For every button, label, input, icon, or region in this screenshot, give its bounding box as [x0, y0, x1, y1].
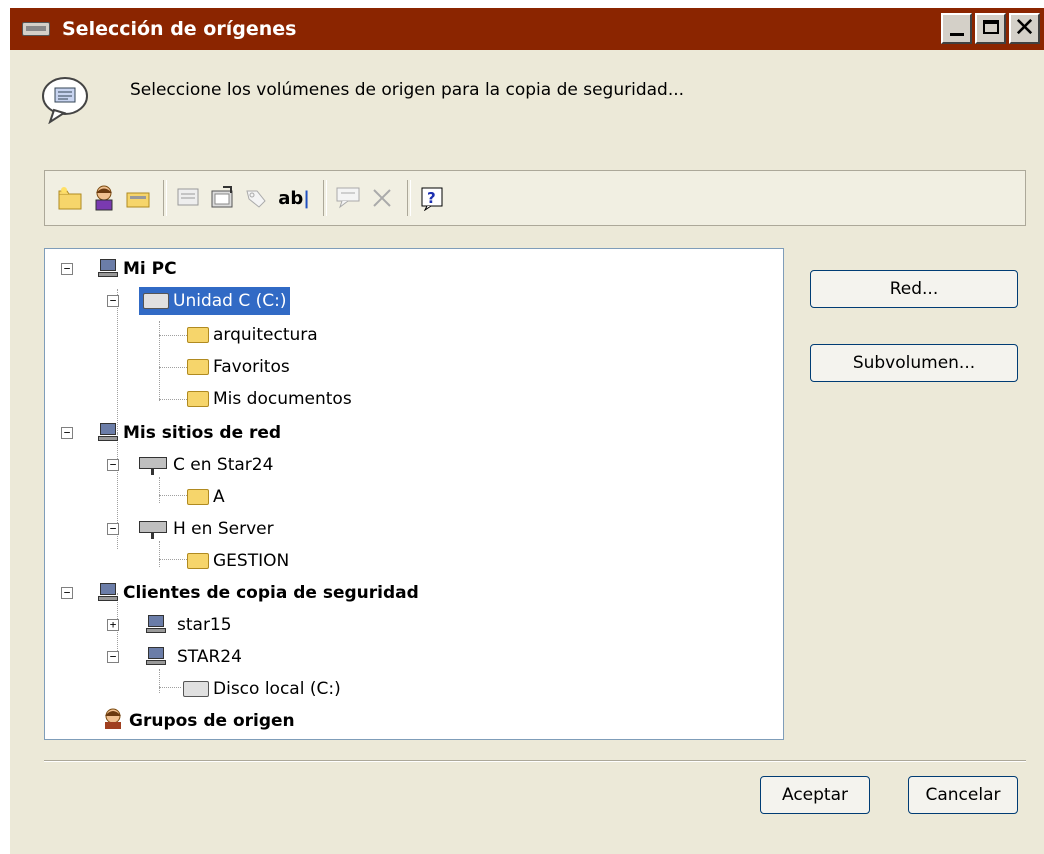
tree-node-mi-pc[interactable]: Mi PC [97, 255, 177, 283]
minimize-button[interactable] [941, 13, 972, 44]
open-folder-button[interactable] [123, 183, 153, 213]
tree-label: Mi PC [123, 259, 177, 279]
close-icon: ✕ [1013, 13, 1036, 43]
delete-icon [373, 189, 391, 207]
network-places-icon [97, 423, 119, 443]
drive-icon [183, 681, 209, 697]
tree-label: Disco local (C:) [213, 679, 341, 699]
collapse-toggle[interactable]: − [107, 459, 119, 471]
computer-icon [145, 615, 167, 635]
toolbar: ab| ? [44, 170, 1026, 226]
folder-open-icon [126, 192, 150, 208]
tree-node-favoritos[interactable]: Favoritos [187, 353, 290, 381]
settings-icon [211, 186, 233, 208]
tree-label: Mis sitios de red [123, 423, 282, 443]
network-drive-icon [139, 519, 169, 539]
network-button[interactable]: Red... [810, 270, 1018, 308]
tree-label: A [213, 487, 225, 507]
close-button[interactable]: ✕ [1009, 13, 1040, 44]
folder-icon [187, 391, 209, 407]
collapse-toggle[interactable]: − [107, 295, 119, 307]
properties-icon [177, 188, 199, 206]
window-icon [22, 22, 50, 36]
title-bar[interactable]: Selección de orígenes ✕ [10, 8, 1044, 50]
comment-icon [336, 187, 360, 209]
tree-node-grupos[interactable]: Grupos de origen [101, 707, 295, 735]
tree-label: H en Server [173, 519, 274, 539]
tree-label: STAR24 [177, 647, 242, 667]
delete-button[interactable] [367, 183, 397, 213]
tree-label: Grupos de origen [129, 711, 295, 731]
tree-node-c-star24[interactable]: C en Star24 [139, 451, 273, 479]
tree-node-mis-documentos[interactable]: Mis documentos [187, 385, 352, 413]
settings-button[interactable] [207, 183, 237, 213]
user-button[interactable] [89, 183, 119, 213]
accept-button[interactable]: Aceptar [760, 776, 870, 814]
folder-icon [187, 359, 209, 375]
folder-icon [187, 327, 209, 343]
dialog-window: Selección de orígenes ✕ Seleccione los v… [10, 8, 1044, 854]
speech-bubble-icon [42, 77, 88, 124]
tag-button[interactable] [241, 183, 271, 213]
tree-node-star15[interactable]: star15 [145, 611, 232, 639]
new-folder-icon [58, 187, 82, 210]
button-label: Subvolumen... [852, 353, 976, 373]
help-button[interactable]: ? [417, 183, 447, 213]
tree-node-mis-sitios-red[interactable]: Mis sitios de red [97, 419, 281, 447]
tree-node-gestion[interactable]: GESTION [187, 547, 289, 575]
tree-label: Mis documentos [213, 389, 352, 409]
button-label: Aceptar [782, 785, 848, 805]
folder-icon [187, 489, 209, 505]
source-groups-icon [101, 708, 125, 735]
tree-node-clientes[interactable]: Clientes de copia de seguridad [97, 579, 419, 607]
collapse-toggle[interactable]: − [61, 427, 73, 439]
computer-icon [145, 647, 167, 667]
comment-button[interactable] [333, 183, 363, 213]
button-label: Cancelar [925, 785, 1001, 805]
window-title: Selección de orígenes [62, 18, 297, 40]
tree-label: Clientes de copia de seguridad [123, 583, 419, 603]
svg-text:?: ? [427, 189, 436, 207]
toolbar-separator [407, 180, 411, 216]
collapse-toggle[interactable]: − [107, 523, 119, 535]
source-tree[interactable]: − Mi PC − Unidad C (C:) arquitectura Fav… [44, 248, 784, 740]
maximize-button[interactable] [975, 13, 1006, 44]
tree-label: C en Star24 [173, 455, 274, 475]
tree-label: arquitectura [213, 325, 318, 345]
new-folder-button[interactable] [55, 183, 85, 213]
toolbar-separator [163, 180, 167, 216]
tree-node-unidad-c[interactable]: Unidad C (C:) [139, 287, 291, 315]
backup-clients-icon [97, 583, 119, 603]
tree-node-a[interactable]: A [187, 483, 225, 511]
help-icon: ? [421, 187, 443, 211]
properties-button[interactable] [173, 183, 203, 213]
tree-node-arquitectura[interactable]: arquitectura [187, 321, 318, 349]
divider [44, 760, 1026, 762]
folder-icon [187, 553, 209, 569]
tree-node-star24[interactable]: STAR24 [145, 643, 242, 671]
user-icon [95, 185, 113, 211]
network-drive-icon [139, 455, 169, 475]
drive-icon [143, 293, 169, 309]
tree-label: GESTION [213, 551, 290, 571]
tree-node-disco-local[interactable]: Disco local (C:) [183, 675, 341, 703]
tree-label: Unidad C (C:) [173, 291, 287, 311]
collapse-toggle[interactable]: − [61, 587, 73, 599]
tree-node-h-server[interactable]: H en Server [139, 515, 274, 543]
tree-label: star15 [177, 615, 232, 635]
rename-icon: ab| [278, 187, 310, 209]
button-label: Red... [889, 279, 939, 299]
computer-icon [97, 259, 119, 279]
tag-icon [246, 190, 266, 208]
cancel-button[interactable]: Cancelar [908, 776, 1018, 814]
toolbar-separator [323, 180, 327, 216]
tree-label: Favoritos [213, 357, 290, 377]
rename-button[interactable]: ab| [275, 183, 313, 213]
collapse-toggle[interactable]: − [61, 263, 73, 275]
expand-toggle[interactable]: + [107, 619, 119, 631]
collapse-toggle[interactable]: − [107, 651, 119, 663]
subvolume-button[interactable]: Subvolumen... [810, 344, 1018, 382]
instruction-text: Seleccione los volúmenes de origen para … [130, 80, 685, 100]
